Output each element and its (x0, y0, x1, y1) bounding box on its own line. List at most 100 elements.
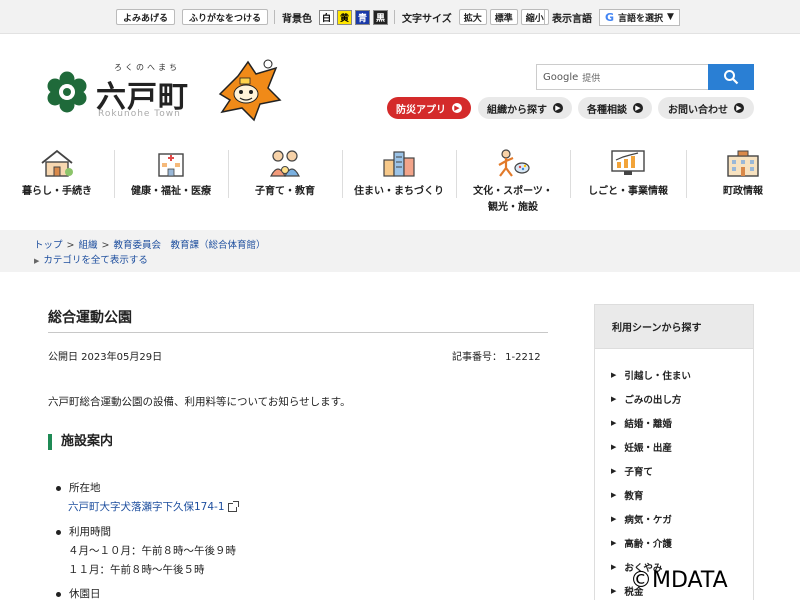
list-item-label: 病気・ケガ (624, 515, 672, 526)
scene-item-garbage[interactable]: ▶ ごみの出し方 (595, 387, 753, 411)
bg-white-button[interactable]: 白 (319, 9, 334, 25)
title-underline (48, 332, 548, 333)
family-icon (270, 150, 300, 177)
breadcrumb-org[interactable]: 組織 (78, 240, 97, 251)
language-group: 表示言語 G 言語を選択 ▼ (540, 8, 680, 26)
triangle-right-icon: ▶ (611, 371, 617, 379)
article-number: 記事番号： 1-2212 (452, 352, 541, 363)
hours-item: 利用時間 (56, 524, 111, 539)
townhall-icon (727, 150, 759, 177)
nav-business-label: しごと・事業情報 (588, 186, 668, 197)
breadcrumb-top[interactable]: トップ (34, 240, 63, 251)
monitor-chart-icon (611, 150, 645, 175)
nav-town-admin[interactable]: 町政情報 (686, 142, 800, 222)
read-aloud-group: よみあげる (116, 8, 176, 26)
nav-living[interactable]: 暮らし・手続き (0, 142, 114, 222)
consultation-label: 各種相談 (587, 104, 627, 116)
scene-item-pregnancy[interactable]: ▶ 妊娠・出産 (595, 435, 753, 459)
triangle-right-icon: ▶ (611, 419, 617, 427)
triangle-right-icon: ▶ (611, 467, 617, 475)
show-all-categories-label: カテゴリを全て表示する (43, 255, 148, 266)
search-provided-text: 提供 (582, 73, 601, 84)
text-standard-button[interactable]: 標準 (489, 9, 518, 25)
language-select-label: 言語を選択 (618, 13, 664, 24)
sidebar-heading: 利用シーンから探す (595, 305, 753, 349)
nav-housing[interactable]: 住まい・まちづくり (342, 142, 456, 222)
bg-color-label: 背景色 (282, 13, 312, 25)
language-select[interactable]: G 言語を選択 ▼ (599, 8, 680, 26)
breadcrumb-bar: トップ > 組織 > 教育委員会 教育課（総合体育館） ▶ カテゴリを全て表示する (0, 230, 800, 272)
published-date: 公開日 2023年05月29日 (48, 352, 163, 363)
furigana-group: ふりがなをつける (182, 8, 269, 26)
show-all-categories[interactable]: ▶ カテゴリを全て表示する (34, 252, 148, 266)
nav-housing-label: 住まい・まちづくり (354, 186, 444, 197)
search-input[interactable]: Google 提供 (536, 64, 708, 90)
arrow-right-icon: ▶ (452, 103, 462, 113)
read-aloud-button[interactable]: よみあげる (116, 9, 176, 25)
hours-line-1: ４月～１０月：午前８時～午後９時 (68, 545, 236, 557)
hours-line-2: １１月：午前８時～午後５時 (68, 564, 205, 576)
google-g-icon: G (605, 10, 615, 24)
triangle-right-icon: ▶ (611, 395, 617, 403)
contact-button[interactable]: お問い合わせ ▶ (658, 97, 754, 119)
scene-item-marriage[interactable]: ▶ 結婚・離婚 (595, 411, 753, 435)
breadcrumb: トップ > 組織 > 教育委員会 教育課（総合体育館） (34, 237, 265, 251)
nav-culture-label-line1: 文化・スポーツ・ (473, 186, 553, 197)
list-item-label: 高齢・介護 (624, 539, 672, 550)
arrow-right-icon: ▶ (553, 103, 563, 113)
disaster-app-button[interactable]: 防災アプリ ▶ (387, 97, 471, 119)
search-button[interactable] (708, 64, 754, 90)
nav-childcare[interactable]: 子育て・教育 (228, 142, 342, 222)
search-by-org-button[interactable]: 組織から探す ▶ (478, 97, 572, 119)
triangle-right-icon: ▶ (611, 587, 617, 595)
arrow-right-icon: ▶ (633, 103, 643, 113)
list-item-label: 妊娠・出産 (624, 443, 672, 454)
triangle-right-icon: ▶ (611, 515, 617, 523)
nav-business[interactable]: しごと・事業情報 (570, 142, 686, 222)
closed-days-item: 休園日 (56, 586, 101, 600)
intro-text: 六戸町総合運動公園の設備、利用料等についてお知らせします。 (48, 396, 351, 408)
scene-item-moving[interactable]: ▶ 引越し・住まい (595, 363, 753, 387)
nav-health-label: 健康・福祉・医療 (131, 186, 211, 197)
section-heading: 施設案内 (48, 434, 113, 450)
utility-bar: よみあげる ふりがなをつける 背景色 白 黄 青 黒 文字サイズ 拡大 標準 縮… (0, 0, 800, 34)
external-link-icon (227, 500, 239, 512)
scene-sidebar: 利用シーンから探す ▶ 引越し・住まい ▶ ごみの出し方 ▶ 結婚・離婚 ▶ 妊娠・出産… (594, 304, 754, 600)
nav-town-admin-label: 町政情報 (723, 186, 763, 197)
scene-item-education[interactable]: ▶ 教育 (595, 483, 753, 507)
scene-item-childcare[interactable]: ▶ 子育て (595, 459, 753, 483)
bg-yellow-button[interactable]: 黄 (337, 9, 352, 25)
list-item-label: 子育て (624, 467, 653, 478)
nav-health[interactable]: 健康・福祉・医療 (114, 142, 228, 222)
location-item: 所在地 (56, 480, 101, 495)
triangle-right-icon: ▶ (34, 257, 40, 265)
bullet (56, 529, 61, 535)
bullet (56, 485, 61, 491)
house-icon (41, 149, 73, 177)
nav-culture[interactable]: 文化・スポーツ・ 観光・施設 (456, 142, 570, 222)
buildings-icon (383, 151, 415, 177)
consultation-button[interactable]: 各種相談 ▶ (578, 97, 652, 119)
language-label: 表示言語 (552, 13, 592, 25)
text-larger-button[interactable]: 拡大 (458, 9, 487, 25)
bg-black-button[interactable]: 黒 (373, 9, 388, 25)
location-map-link[interactable]: 六戸町大字犬落瀬字下久保174-1 (68, 501, 225, 513)
nav-living-label: 暮らし・手続き (22, 186, 92, 197)
list-item-label: ごみの出し方 (624, 395, 682, 406)
scene-list: ▶ 引越し・住まい ▶ ごみの出し方 ▶ 結婚・離婚 ▶ 妊娠・出産 ▶ 子育て ▶ 教育 … (595, 349, 753, 600)
furigana-button[interactable]: ふりがなをつける (182, 9, 269, 25)
closed-days-label: 休園日 (69, 588, 101, 600)
location-value: 六戸町大字犬落瀬字下久保174-1 (68, 499, 239, 514)
global-nav: 暮らし・手続き 健康・福祉・医療 子育て・教育 住まい・まちづくり 文化・スポー… (0, 142, 800, 222)
search-brand: Google (543, 71, 579, 83)
triangle-right-icon: ▶ (611, 563, 617, 571)
bg-blue-button[interactable]: 青 (355, 9, 370, 25)
list-item-label: 引越し・住まい (624, 371, 691, 382)
search-by-org-label: 組織から探す (487, 104, 547, 116)
scene-item-elderly[interactable]: ▶ 高齢・介護 (595, 531, 753, 555)
scene-item-illness[interactable]: ▶ 病気・ケガ (595, 507, 753, 531)
breadcrumb-dept[interactable]: 教育委員会 教育課（総合体育館） (113, 240, 265, 251)
divider (394, 10, 395, 24)
text-size-group: 文字サイズ 拡大 標準 縮小 (390, 8, 549, 26)
search-icon (724, 70, 739, 85)
